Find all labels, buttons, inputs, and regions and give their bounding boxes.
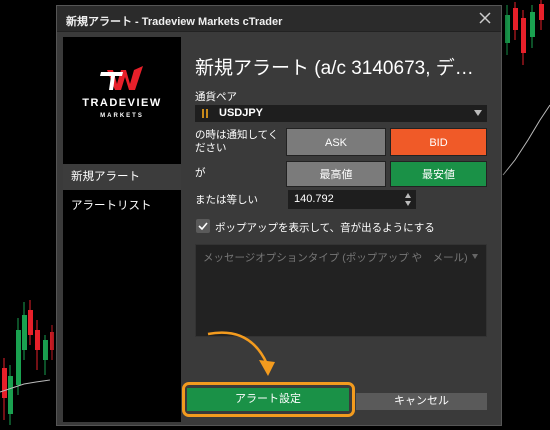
pair-label: 通貨ペア bbox=[195, 91, 237, 103]
popup-checkbox[interactable] bbox=[196, 219, 210, 233]
condition-label: の時は通知してください bbox=[195, 129, 279, 154]
drag-handle-icon bbox=[202, 109, 208, 118]
lowest-button[interactable]: 最安値 bbox=[390, 161, 487, 187]
dropdown-arrow-icon bbox=[472, 254, 478, 259]
tradeview-logo: TRADEVIEW MARKETS bbox=[82, 66, 162, 119]
highlight-frame bbox=[182, 382, 355, 417]
price-input[interactable]: 140.792 bbox=[288, 190, 416, 209]
cancel-button[interactable]: キャンセル bbox=[356, 393, 487, 410]
price-value: 140.792 bbox=[294, 193, 334, 205]
logo-sub-text: MARKETS bbox=[100, 113, 144, 119]
bid-button[interactable]: BID bbox=[390, 128, 487, 156]
left-candles bbox=[0, 300, 54, 425]
page-title: 新規アラート (a/c 3140673, デ… bbox=[195, 58, 474, 79]
highest-button[interactable]: 最高値 bbox=[286, 161, 386, 187]
right-candles bbox=[502, 0, 550, 176]
check-icon bbox=[198, 222, 208, 231]
symbol-value: USDJPY bbox=[219, 107, 264, 119]
ask-button[interactable]: ASK bbox=[286, 128, 386, 156]
spin-down-icon[interactable] bbox=[405, 201, 411, 206]
message-type-select[interactable]: メッセージオプションタイプ (ポップアップ や メール) bbox=[195, 244, 487, 337]
app-screen: 新規アラート - Tradeview Markets cTrader TRADE… bbox=[0, 0, 550, 430]
new-alert-dialog: 新規アラート - Tradeview Markets cTrader TRADE… bbox=[56, 5, 502, 426]
logo-brand-text: TRADEVIEW bbox=[82, 97, 162, 109]
sidebar-item-new-alert[interactable]: 新規アラート bbox=[63, 164, 181, 190]
direction-label: が bbox=[195, 167, 206, 179]
spin-up-icon[interactable] bbox=[405, 193, 411, 198]
popup-checkbox-label: ポップアップを表示して、音が出るようにする bbox=[215, 222, 435, 234]
window-title: 新規アラート - Tradeview Markets cTrader bbox=[66, 16, 283, 28]
alert-form: 新規アラート (a/c 3140673, デ… 通貨ペア USDJPY の時は通… bbox=[182, 37, 497, 422]
dropdown-arrow-icon bbox=[474, 110, 482, 116]
symbol-select[interactable]: USDJPY bbox=[195, 105, 487, 122]
sidebar: TRADEVIEW MARKETS 新規アラート アラートリスト bbox=[63, 37, 181, 422]
price-label: または等しい bbox=[195, 194, 258, 206]
title-bar: 新規アラート - Tradeview Markets cTrader bbox=[57, 6, 501, 32]
close-icon[interactable] bbox=[477, 10, 493, 26]
sidebar-item-alert-list[interactable]: アラートリスト bbox=[63, 193, 181, 219]
message-placeholder: メッセージオプションタイプ (ポップアップ や メール) bbox=[203, 252, 468, 264]
